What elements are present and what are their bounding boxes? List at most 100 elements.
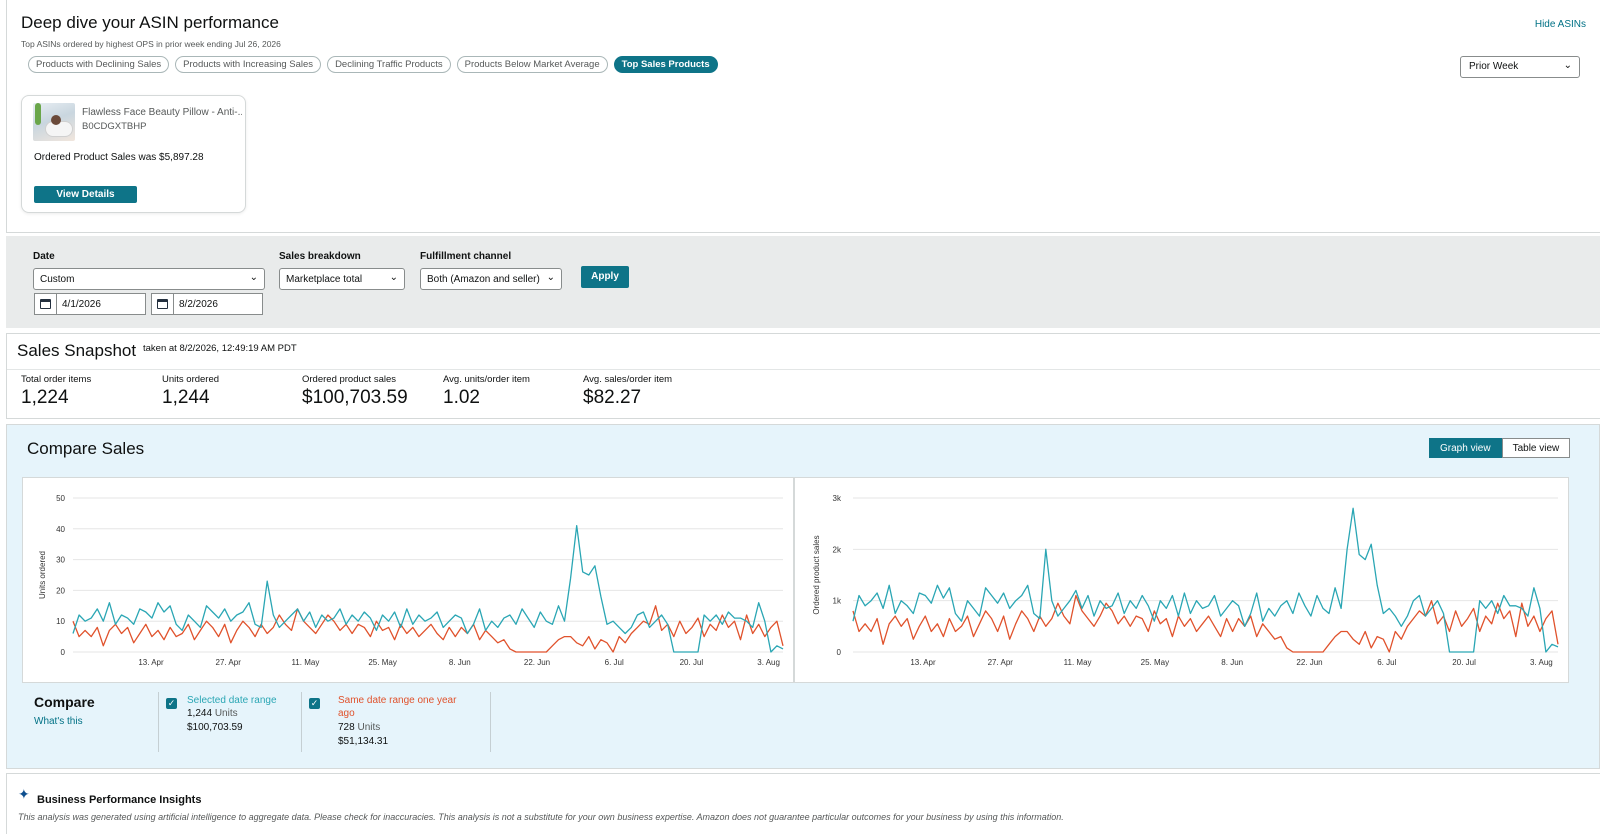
x-tick-label: 20. Jul [1452, 658, 1476, 667]
x-tick-label: 22. Jun [1296, 658, 1322, 667]
filter-chips: Products with Declining Sales Products w… [28, 56, 718, 73]
metric-label: Total order items [21, 374, 92, 385]
series-line-prior-year [72, 605, 784, 653]
chip-increasing-sales[interactable]: Products with Increasing Sales [175, 56, 322, 73]
asin-deep-dive-section: Deep dive your ASIN performance Top ASIN… [6, 0, 1600, 233]
series-line-selected [852, 507, 1559, 653]
y-axis-title: Units ordered [38, 551, 47, 599]
divider [301, 692, 302, 752]
x-tick-label: 8. Jun [1221, 658, 1243, 667]
y-tick-label: 40 [56, 525, 65, 534]
chip-below-market[interactable]: Products Below Market Average [456, 56, 608, 73]
selected-range-label: Selected date range [187, 695, 277, 706]
x-tick-label: 27. Apr [988, 658, 1014, 667]
chip-declining-sales[interactable]: Products with Declining Sales [28, 56, 170, 73]
divider [490, 692, 491, 752]
y-tick-label: 3k [833, 494, 842, 503]
sparkle-icon: ✦ [18, 786, 30, 802]
metric-avg-sales: Avg. sales/order item $82.27 [583, 374, 672, 409]
x-tick-label: 25. May [368, 658, 396, 667]
prior-range-label-line1: Same date range one year [338, 695, 457, 706]
prior-range-checkbox[interactable]: ✓ [309, 698, 320, 709]
sales-chart-svg: 0 1k 2k 3k Ordered product sales 13. Apr 27. A… [812, 494, 1559, 667]
graph-view-button[interactable]: Graph view [1429, 438, 1502, 458]
metric-units-ordered: Units ordered 1,244 [162, 374, 219, 409]
end-date-field[interactable] [151, 293, 263, 315]
metric-total-order-items: Total order items 1,224 [21, 374, 91, 409]
selected-units-value: 1,244 [187, 708, 213, 719]
product-name: Flawless Face Beauty Pillow - Anti-... [82, 107, 242, 118]
x-tick-label: 13. Apr [138, 658, 164, 667]
view-details-button[interactable]: View Details [34, 186, 137, 203]
start-date-input[interactable] [57, 294, 143, 314]
prior-range-units: 728 Units [338, 722, 380, 733]
sales-breakdown-label: Sales breakdown [279, 251, 361, 262]
hide-asins-link[interactable]: Hide ASINs [1535, 19, 1586, 30]
chevron-down-icon: ⌄ [546, 272, 555, 283]
selected-range-name: Selected date range [187, 695, 277, 706]
x-tick-label: 6. Jul [605, 658, 624, 667]
y-tick-label: 50 [56, 494, 65, 503]
metric-value: $100,703.59 [302, 387, 408, 408]
chevron-down-icon: ⌄ [249, 272, 258, 283]
metric-label: Avg. units/order item [443, 374, 530, 385]
x-tick-label: 20. Jul [680, 658, 704, 667]
section-title: Deep dive your ASIN performance [21, 13, 279, 32]
y-tick-label: 30 [56, 556, 65, 565]
filter-bar: Date Custom ⌄ Sales breakdown Marketplac… [6, 236, 1600, 328]
start-date-field[interactable] [34, 293, 146, 315]
metric-value: $82.27 [583, 387, 642, 408]
sales-snapshot: Sales Snapshot taken at 8/2/2026, 12:49:… [6, 333, 1600, 419]
prior-units-value: 728 [338, 722, 355, 733]
chip-top-sales[interactable]: Top Sales Products [613, 56, 718, 73]
series-line-selected [72, 525, 784, 653]
chip-declining-traffic[interactable]: Declining Traffic Products [327, 56, 451, 73]
table-view-button[interactable]: Table view [1501, 438, 1571, 458]
y-tick-label: 20 [56, 586, 65, 595]
product-asin: B0CDGXTBHP [82, 121, 147, 132]
date-range-select[interactable]: Custom ⌄ [33, 268, 265, 290]
metric-label: Avg. sales/order item [583, 374, 673, 385]
divider [7, 369, 1600, 370]
asin-card: Flawless Face Beauty Pillow - Anti-... B… [21, 95, 246, 213]
calendar-icon[interactable] [152, 294, 174, 314]
chevron-down-icon: ⌄ [1563, 60, 1572, 71]
insights-title: Business Performance Insights [37, 794, 202, 806]
apply-button[interactable]: Apply [581, 266, 629, 288]
x-tick-label: 11. May [291, 658, 319, 667]
series-line-prior-year [852, 594, 1559, 653]
metric-value: 1,224 [21, 387, 69, 408]
y-tick-label: 0 [837, 648, 842, 657]
x-tick-label: 8. Jun [449, 658, 471, 667]
whats-this-link[interactable]: What's this [34, 716, 83, 727]
x-tick-label: 22. Jun [524, 658, 550, 667]
calendar-icon[interactable] [35, 294, 57, 314]
product-thumbnail [33, 103, 75, 141]
prior-range-sales: $51,134.31 [338, 736, 389, 747]
units-chart: 0 10 20 30 40 50 Units ordered 13. Apr 27. Apr 11… [22, 477, 794, 683]
end-date-input[interactable] [174, 294, 260, 314]
insights-disclaimer: This analysis was generated using artifi… [18, 812, 1064, 822]
sales-chart: 0 1k 2k 3k Ordered product sales 13. Apr 27. A… [794, 477, 1569, 683]
date-range-value: Custom [40, 274, 75, 285]
y-tick-label: 0 [61, 648, 66, 657]
business-insights: ✦ Business Performance Insights This ana… [6, 773, 1600, 834]
metric-value: 1.02 [443, 387, 480, 408]
fulfillment-channel-select[interactable]: Both (Amazon and seller) ⌄ [420, 268, 562, 290]
sales-breakdown-select[interactable]: Marketplace total ⌄ [279, 268, 405, 290]
period-select[interactable]: Prior Week ⌄ [1460, 56, 1580, 78]
fulfillment-channel-label: Fulfillment channel [420, 251, 512, 262]
units-chart-svg: 0 10 20 30 40 50 Units ordered 13. Apr 27. Apr 11… [38, 494, 784, 667]
units-word: Units [214, 708, 238, 719]
fulfillment-channel-value: Both (Amazon and seller) [427, 274, 540, 285]
date-label: Date [33, 251, 55, 262]
x-tick-label: 6. Jul [1377, 658, 1396, 667]
metric-ordered-product-sales: Ordered product sales $100,703.59 [302, 374, 408, 409]
section-subtitle: Top ASINs ordered by highest OPS in prio… [21, 39, 281, 49]
y-tick-label: 1k [833, 597, 842, 606]
selected-range-checkbox[interactable]: ✓ [166, 698, 177, 709]
chevron-down-icon: ⌄ [389, 272, 398, 283]
view-toggle: Graph view Table view [1429, 438, 1571, 458]
sales-breakdown-value: Marketplace total [286, 274, 363, 285]
compare-title: Compare Sales [27, 439, 145, 458]
